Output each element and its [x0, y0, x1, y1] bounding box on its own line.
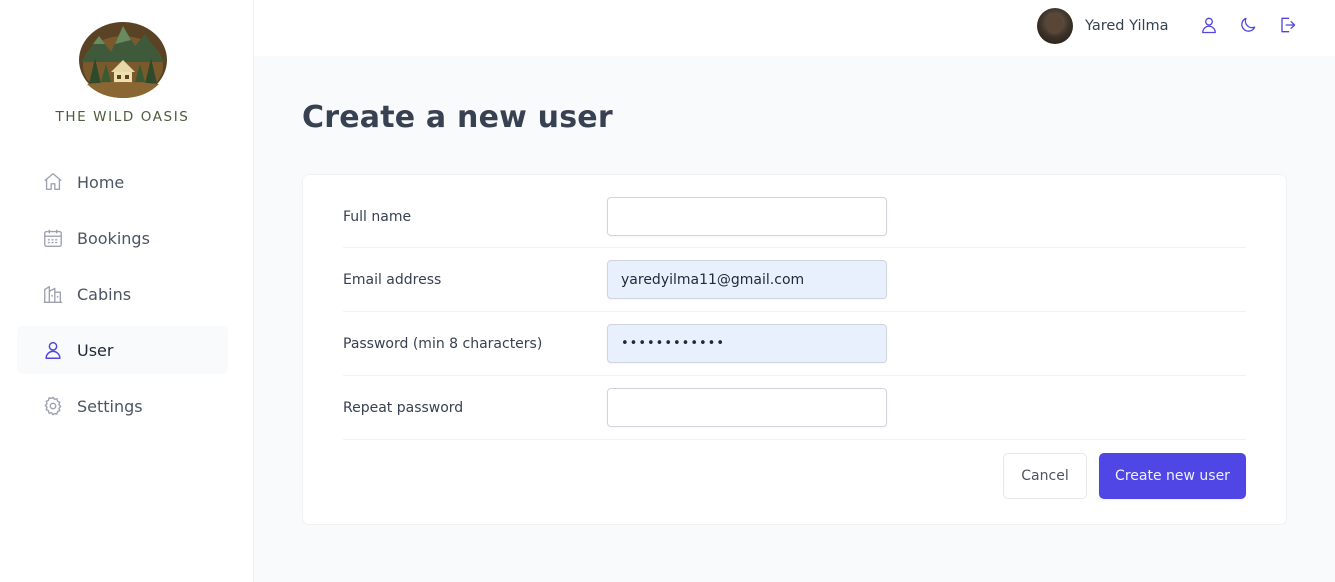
account-icon[interactable]	[1199, 14, 1219, 36]
repeat-password-field[interactable]	[607, 388, 887, 427]
gear-icon	[42, 395, 64, 417]
full-name-label: Full name	[343, 208, 412, 225]
sidebar-item-cabins[interactable]: Cabins	[17, 270, 228, 318]
sidebar-item-bookings[interactable]: Bookings	[17, 214, 228, 262]
sidebar-nav: Home Bookings Cabins User Settings	[17, 158, 228, 438]
sidebar: THE WILD OASIS Home Bookings Cabins User…	[0, 0, 254, 582]
calendar-icon	[42, 227, 64, 249]
logo[interactable]: THE WILD OASIS	[0, 22, 245, 125]
brand-name: THE WILD OASIS	[55, 109, 190, 125]
page-title: Create a new user	[302, 100, 613, 135]
form-actions: Cancel Create new user	[343, 453, 1246, 499]
home-icon	[42, 171, 64, 193]
app-root: THE WILD OASIS Home Bookings Cabins User…	[0, 0, 1335, 582]
password-label: Password (min 8 characters)	[343, 335, 543, 352]
cabins-icon	[42, 283, 64, 305]
repeat-password-label: Repeat password	[343, 399, 464, 416]
main-content: Create a new user Full name Email addres…	[254, 56, 1335, 582]
password-field[interactable]	[607, 324, 887, 363]
sidebar-item-settings[interactable]: Settings	[17, 382, 228, 430]
sidebar-item-label: Home	[77, 172, 125, 192]
sidebar-item-user[interactable]: User	[17, 326, 228, 374]
user-icon	[42, 339, 64, 361]
full-name-field[interactable]	[607, 197, 887, 236]
wild-oasis-logo-icon	[78, 22, 167, 98]
create-user-form: Full name Email address Password (min 8 …	[302, 174, 1287, 525]
user-name: Yared Yilma	[1085, 18, 1169, 34]
form-row-password: Password (min 8 characters)	[343, 312, 1246, 376]
email-field[interactable]	[607, 260, 887, 299]
sidebar-item-label: Settings	[77, 396, 143, 416]
form-row-email: Email address	[343, 248, 1246, 312]
form-row-repeat-password: Repeat password	[343, 376, 1246, 440]
dark-mode-moon-icon[interactable]	[1238, 14, 1258, 36]
sidebar-item-label: User	[77, 340, 114, 360]
header-actions	[1199, 14, 1297, 36]
form-row-full-name: Full name	[343, 194, 1246, 248]
content-area: Yared Yilma Create a new user Full name	[254, 0, 1335, 582]
logout-icon[interactable]	[1277, 14, 1297, 36]
sidebar-item-label: Bookings	[77, 228, 150, 248]
cancel-button[interactable]: Cancel	[1003, 453, 1087, 499]
sidebar-item-label: Cabins	[77, 284, 132, 304]
current-user: Yared Yilma	[1037, 8, 1169, 44]
create-user-button[interactable]: Create new user	[1099, 453, 1246, 499]
avatar	[1037, 8, 1073, 44]
email-label: Email address	[343, 271, 442, 288]
sidebar-item-home[interactable]: Home	[17, 158, 228, 206]
top-header: Yared Yilma	[254, 0, 1335, 56]
